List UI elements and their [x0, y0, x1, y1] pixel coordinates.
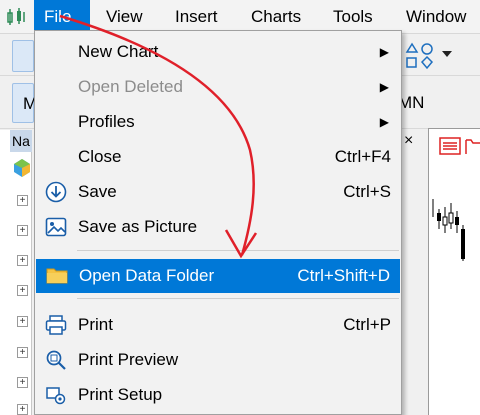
save-icon: [45, 181, 67, 203]
menu-item-new-chart[interactable]: New Chart ▶: [35, 35, 401, 69]
candlesticks: [432, 199, 465, 261]
menu-insert[interactable]: Insert: [165, 0, 228, 34]
menu-bar: File View Insert Charts Tools Window: [0, 0, 480, 34]
navigator-title: Na: [10, 130, 32, 152]
printer-icon: [45, 315, 67, 335]
submenu-arrow-icon: ▶: [379, 80, 389, 94]
menu-window-label: Window: [406, 7, 467, 26]
cursor-tool-button[interactable]: [12, 40, 34, 72]
menu-item-save[interactable]: Save Ctrl+S: [35, 175, 401, 209]
menu-item-open-data-folder-label: Open Data Folder: [79, 266, 215, 285]
menu-tools[interactable]: Tools: [323, 0, 383, 34]
chart-window[interactable]: [428, 128, 480, 415]
menu-item-print-setup[interactable]: Print Setup: [35, 378, 401, 412]
submenu-arrow-icon: ▶: [379, 115, 389, 129]
menu-tools-label: Tools: [333, 7, 373, 26]
tree-expander[interactable]: +: [17, 255, 28, 266]
chart-list-icon[interactable]: [439, 137, 461, 155]
menu-item-save-as-picture[interactable]: Save as Picture: [35, 210, 401, 244]
submenu-arrow-icon: ▶: [379, 45, 389, 59]
timeframe-button-left[interactable]: M: [12, 83, 37, 123]
folder-icon: [46, 268, 68, 284]
menu-file[interactable]: File: [34, 0, 90, 34]
menu-item-print-setup-label: Print Setup: [78, 385, 163, 404]
navigator-root-icon: [14, 159, 30, 177]
print-preview-icon: [46, 350, 66, 370]
tree-expander[interactable]: +: [17, 404, 28, 415]
tree-expander[interactable]: +: [17, 195, 28, 206]
menu-separator: [77, 298, 399, 299]
menu-file-label: File: [44, 7, 72, 26]
tree-expander[interactable]: +: [17, 285, 28, 296]
menu-insert-label: Insert: [175, 7, 218, 26]
menu-item-print[interactable]: Print Ctrl+P: [35, 308, 401, 342]
menu-item-print-preview-label: Print Preview: [78, 350, 179, 369]
tree-expander[interactable]: +: [17, 377, 28, 388]
menu-item-print-shortcut: Ctrl+P: [343, 315, 391, 334]
menu-charts[interactable]: Charts: [241, 0, 311, 34]
menu-charts-label: Charts: [251, 7, 302, 26]
menu-item-open-data-folder[interactable]: Open Data Folder Ctrl+Shift+D: [36, 259, 400, 293]
menu-item-profiles-label: Profiles: [78, 112, 135, 131]
menu-item-open-data-folder-shortcut: Ctrl+Shift+D: [297, 266, 390, 285]
menu-separator: [77, 250, 399, 251]
menu-view-label: View: [106, 7, 143, 26]
picture-icon: [45, 217, 67, 237]
menu-item-close-label: Close: [78, 147, 122, 166]
menu-window[interactable]: Window: [396, 0, 476, 34]
menu-item-open-deleted[interactable]: Open Deleted ▶: [35, 70, 401, 104]
shapes-icon[interactable]: [405, 42, 435, 70]
app-logo-icon[interactable]: [6, 7, 28, 27]
menu-item-open-deleted-label: Open Deleted: [78, 77, 183, 96]
menu-item-profiles[interactable]: Profiles ▶: [35, 105, 401, 139]
tree-expander[interactable]: +: [17, 316, 28, 327]
menu-item-close[interactable]: Close Ctrl+F4: [35, 140, 401, 174]
menu-item-close-shortcut: Ctrl+F4: [334, 147, 391, 166]
tree-expander[interactable]: +: [17, 225, 28, 236]
chart-folder-icon[interactable]: [465, 137, 480, 155]
menu-item-save-shortcut: Ctrl+S: [343, 182, 391, 201]
chevron-down-icon[interactable]: [441, 50, 453, 58]
menu-item-print-preview[interactable]: Print Preview: [35, 343, 401, 377]
print-setup-icon: [46, 387, 66, 405]
menu-item-print-label: Print: [78, 315, 113, 334]
menu-item-save-as-picture-label: Save as Picture: [78, 217, 198, 236]
file-menu-dropdown: New Chart ▶ Open Deleted ▶ Profiles ▶ Cl…: [34, 30, 402, 415]
menu-item-new-chart-label: New Chart: [78, 42, 159, 61]
menu-item-save-label: Save: [78, 182, 117, 201]
menu-view[interactable]: View: [96, 0, 153, 34]
navigator-close-button[interactable]: ×: [404, 132, 413, 150]
tree-expander[interactable]: +: [17, 347, 28, 358]
